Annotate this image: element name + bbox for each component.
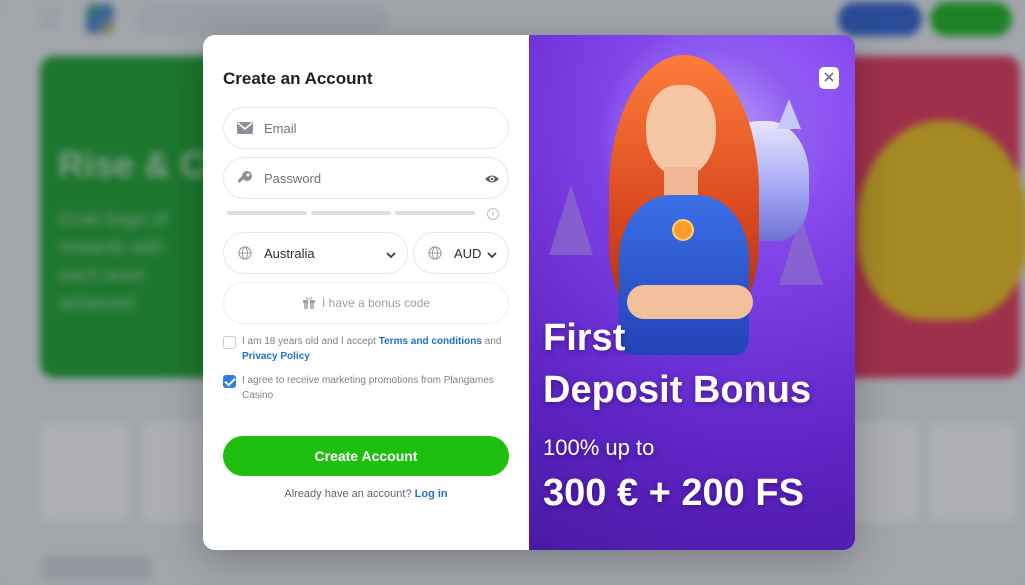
terms-text: I am 18 years old and I accept Terms and… <box>242 334 506 364</box>
eye-icon[interactable] <box>484 171 500 187</box>
promo-line-4: 300 € + 200 FS <box>543 472 804 514</box>
bonus-code-label: I have a bonus code <box>321 296 431 310</box>
login-prompt: Already have an account? Log in <box>203 488 529 500</box>
signup-form: Create an Account Email Password i Austr… <box>203 35 529 550</box>
close-icon <box>824 69 834 87</box>
create-account-button[interactable]: Create Account <box>223 436 509 476</box>
terms-and: and <box>484 336 502 347</box>
strength-segment <box>311 211 391 215</box>
promo-line-2: Deposit Bonus <box>543 369 812 411</box>
chevron-down-icon <box>385 248 397 260</box>
promo-line-3: 100% up to <box>543 435 655 460</box>
chevron-down-icon <box>486 248 498 260</box>
terms-link[interactable]: Terms and conditions <box>379 336 482 347</box>
close-button[interactable] <box>819 67 839 89</box>
character-arms <box>627 285 753 319</box>
email-placeholder: Email <box>264 120 297 136</box>
marketing-row: I agree to receive marketing promotions … <box>223 373 506 403</box>
strength-segment <box>227 211 307 215</box>
login-link[interactable]: Log in <box>415 488 448 500</box>
pendant-icon <box>672 219 694 241</box>
promo-panel: First Deposit Bonus 100% up to 300 € + 2… <box>529 35 855 550</box>
marketing-text: I agree to receive marketing promotions … <box>242 375 494 401</box>
country-value: Australia <box>264 245 315 261</box>
password-strength-meter <box>227 211 475 215</box>
login-prompt-text: Already have an account? <box>284 488 412 500</box>
terms-row: I am 18 years old and I accept Terms and… <box>223 334 506 364</box>
bonus-code-toggle[interactable]: I have a bonus code <box>223 282 509 324</box>
modal-title: Create an Account <box>223 69 373 88</box>
currency-value: AUD <box>454 245 482 261</box>
marketing-checkbox[interactable] <box>223 375 236 388</box>
mail-icon <box>234 117 256 139</box>
strength-segment <box>395 211 475 215</box>
country-select[interactable]: Australia <box>223 232 408 274</box>
email-field[interactable]: Email <box>223 107 509 149</box>
character-face <box>646 85 716 177</box>
promo-line-1: First <box>543 317 626 359</box>
terms-checkbox[interactable] <box>223 336 236 349</box>
tree-shape <box>549 185 593 255</box>
globe-icon <box>424 242 446 264</box>
gift-icon <box>302 295 316 312</box>
terms-prefix: I am 18 years old and I accept <box>242 336 376 347</box>
info-icon[interactable]: i <box>487 208 499 220</box>
currency-select[interactable]: AUD <box>413 232 509 274</box>
privacy-policy-link[interactable]: Privacy Policy <box>242 351 310 362</box>
password-field[interactable]: Password <box>223 157 509 199</box>
key-icon <box>234 167 256 189</box>
password-placeholder: Password <box>264 170 322 186</box>
globe-icon <box>234 242 256 264</box>
signup-modal: Create an Account Email Password i Austr… <box>203 35 855 550</box>
